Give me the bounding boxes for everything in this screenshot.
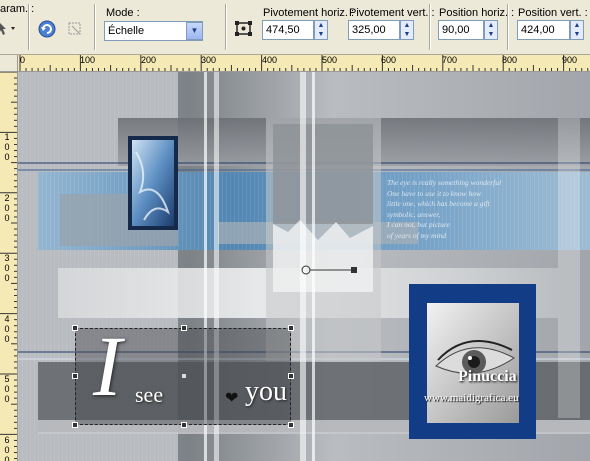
ruler-label: 1 xyxy=(4,132,10,142)
position-horizontal-input[interactable]: 90,00 xyxy=(438,20,484,40)
pivot-vertical-spinner[interactable]: ▲ ▼ xyxy=(400,20,414,40)
resize-handle-left[interactable] xyxy=(72,373,78,379)
vertical-light-line xyxy=(312,72,315,461)
toolbar-separator xyxy=(94,4,96,50)
mode-label: Mode : xyxy=(106,7,140,19)
eye-highlight xyxy=(468,356,472,360)
ruler-label: 0 xyxy=(4,213,10,223)
poem-line: of years of my mind xyxy=(387,230,447,240)
center-frame-inner xyxy=(273,124,373,224)
apply-transform-icon[interactable] xyxy=(66,20,84,38)
ruler-label: 0 xyxy=(4,455,10,461)
poem-text: The eye is really something wonderful On… xyxy=(387,178,537,241)
pivot-horizontal-spinner[interactable]: ▲ ▼ xyxy=(314,20,328,40)
ruler-label: 700 xyxy=(442,55,458,65)
resize-handle-bottom-left[interactable] xyxy=(72,422,78,428)
image-canvas[interactable]: The eye is really something wonderful On… xyxy=(18,72,590,461)
ruler-corner xyxy=(0,55,18,72)
resize-handle-bottom[interactable] xyxy=(181,422,187,428)
ruler-label: 4 xyxy=(4,314,10,324)
pick-tool-icon[interactable] xyxy=(0,21,20,37)
ruler-label: 0 xyxy=(4,203,10,213)
toolbar-separator xyxy=(507,4,509,50)
position-vertical-spinner[interactable]: ▲ ▼ xyxy=(570,20,584,40)
resize-handle-top-right[interactable] xyxy=(288,325,294,331)
ruler-label: 800 xyxy=(502,55,518,65)
toolbar-separator xyxy=(429,4,431,50)
thumbnail-image xyxy=(132,140,174,226)
ruler-label: 0 xyxy=(4,394,10,404)
resize-handle-right[interactable] xyxy=(288,373,294,379)
resize-handle-top[interactable] xyxy=(181,325,187,331)
ruler-label: 400 xyxy=(262,55,278,65)
vertical-ruler[interactable]: 1 0 0 2 0 0 3 0 0 4 0 0 5 0 0 6 0 0 xyxy=(0,72,18,461)
toolbar-separator xyxy=(225,4,227,50)
vertical-light-line xyxy=(558,118,580,418)
position-horizontal-label: Position horiz. : xyxy=(439,7,515,19)
move-handle-center[interactable] xyxy=(181,373,187,379)
ruler-label: 600 xyxy=(381,55,397,65)
pivot-horizontal-label: Pivotement horiz. : xyxy=(263,7,355,19)
ruler-label: 0 xyxy=(4,273,10,283)
resize-handle-top-left[interactable] xyxy=(72,325,78,331)
ruler-label: 900 xyxy=(562,55,578,65)
pivot-vertical-input[interactable]: 325,00 xyxy=(348,20,400,40)
signature-text: Pinuccia xyxy=(458,368,517,385)
position-vertical-input[interactable]: 424,00 xyxy=(517,20,570,40)
ruler-label: 5 xyxy=(4,374,10,384)
ruler-label: 200 xyxy=(141,55,157,65)
rotation-handle[interactable] xyxy=(351,267,357,273)
position-horizontal-spinner[interactable]: ▲ ▼ xyxy=(484,20,498,40)
ruler-label: 0 xyxy=(4,384,10,394)
poem-line: symbolic, answer, xyxy=(387,209,441,219)
ruler-label: 6 xyxy=(4,435,10,445)
ruler-label: 300 xyxy=(201,55,217,65)
ruler-label: 2 xyxy=(4,193,10,203)
ruler-label: 0 xyxy=(4,324,10,334)
toolbar-separator xyxy=(28,4,30,50)
chevron-down-icon[interactable]: ▼ xyxy=(186,22,203,40)
ruler-label: 100 xyxy=(80,55,96,65)
tool-options-bar: aram. : Mode : Échelle ▼ Pivotement hori… xyxy=(0,0,590,55)
ruler-label: 3 xyxy=(4,253,10,263)
ruler-label: 0 xyxy=(4,445,10,455)
poem-line: One have to use it to know how xyxy=(387,188,481,198)
ruler-label: 500 xyxy=(322,55,338,65)
poem-line: little one, which has become a gift xyxy=(387,199,490,208)
poem-line: The eye is really something wonderful xyxy=(387,178,502,187)
ruler-label: 0 xyxy=(4,152,10,162)
ruler-label: 0 xyxy=(20,55,26,65)
website-text: www.maidigrafica.eu xyxy=(424,392,519,404)
resize-handle-bottom-right[interactable] xyxy=(288,422,294,428)
reset-icon[interactable] xyxy=(38,20,56,38)
ruler-label: 0 xyxy=(4,263,10,273)
ruler-label: 0 xyxy=(4,334,10,344)
horizontal-ruler[interactable]: 0 100 200 300 400 500 600 700 800 900 xyxy=(18,55,590,72)
pivot-horizontal-input[interactable]: 474,50 xyxy=(262,20,314,40)
ruler-label: 0 xyxy=(4,142,10,152)
poem-line: I can not, but picture xyxy=(387,220,450,229)
position-vertical-label: Position vert. : xyxy=(518,7,588,19)
pivot-vertical-label: Pivotement vert. : xyxy=(349,7,435,19)
pivot-point-icon[interactable] xyxy=(234,20,254,38)
